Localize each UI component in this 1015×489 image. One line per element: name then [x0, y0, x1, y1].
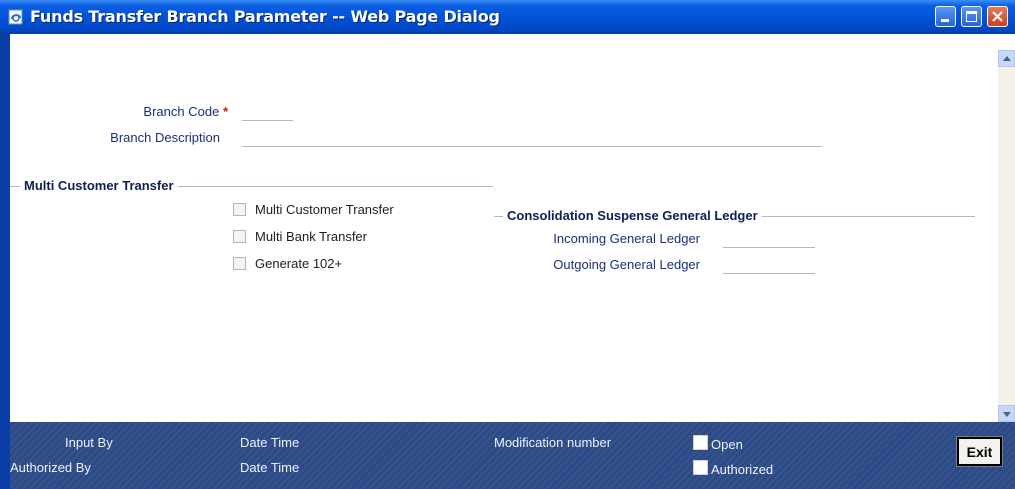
- incoming-gl-field[interactable]: [723, 233, 815, 248]
- maximize-button[interactable]: [961, 6, 982, 27]
- modification-number-label: Modification number: [494, 435, 612, 450]
- branch-description-field[interactable]: [242, 132, 822, 147]
- input-by-label: Input By: [65, 435, 113, 450]
- generate-102-checkbox[interactable]: [233, 257, 246, 270]
- form-area: Branch Code * Branch Description Multi C…: [10, 50, 998, 422]
- window-frame: [0, 34, 10, 489]
- multi-customer-section-title: Multi Customer Transfer: [20, 178, 178, 193]
- multi-bank-transfer-checkbox[interactable]: [233, 230, 246, 243]
- consolidation-section-title: Consolidation Suspense General Ledger: [503, 208, 762, 223]
- required-marker: *: [222, 104, 228, 119]
- branch-code-label: Branch Code *: [100, 104, 228, 119]
- window-title: Funds Transfer Branch Parameter -- Web P…: [30, 7, 500, 26]
- close-icon: [992, 11, 1003, 22]
- date-time-authorized-label: Date Time: [240, 460, 300, 475]
- outgoing-gl-label: Outgoing General Ledger: [553, 257, 700, 272]
- title-bar[interactable]: Funds Transfer Branch Parameter -- Web P…: [0, 0, 1015, 34]
- authorized-by-label: Authorized By: [10, 460, 91, 475]
- incoming-gl-label: Incoming General Ledger: [553, 231, 700, 246]
- vertical-scrollbar[interactable]: [998, 50, 1015, 422]
- open-checkbox[interactable]: [693, 435, 708, 450]
- branch-code-label-text: Branch Code: [143, 104, 220, 119]
- multi-customer-transfer-label: Multi Customer Transfer: [255, 202, 394, 217]
- ie-page-icon: [8, 9, 23, 25]
- scroll-down-arrow-icon[interactable]: [998, 405, 1015, 422]
- authorized-checkbox[interactable]: [693, 460, 708, 475]
- maximize-icon: [966, 11, 977, 22]
- outgoing-gl-field[interactable]: [723, 259, 815, 274]
- minimize-icon: [941, 19, 949, 22]
- multi-bank-transfer-label: Multi Bank Transfer: [255, 229, 367, 244]
- dialog-window: Funds Transfer Branch Parameter -- Web P…: [0, 0, 1015, 489]
- authorized-label: Authorized: [711, 462, 774, 477]
- generate-102-label: Generate 102+: [255, 256, 343, 271]
- scroll-up-arrow-icon[interactable]: [998, 50, 1015, 67]
- multi-customer-transfer-checkbox[interactable]: [233, 203, 246, 216]
- exit-button[interactable]: Exit: [956, 436, 1003, 467]
- branch-description-label: Branch Description: [110, 130, 220, 145]
- audit-footer: Input By Authorized By Date Time Date Ti…: [10, 422, 1015, 489]
- open-label: Open: [711, 437, 743, 452]
- branch-code-field[interactable]: [242, 106, 293, 121]
- minimize-button[interactable]: [935, 6, 956, 27]
- date-time-input-label: Date Time: [240, 435, 300, 450]
- content-top-strip: [10, 34, 1015, 50]
- close-button[interactable]: [987, 6, 1008, 27]
